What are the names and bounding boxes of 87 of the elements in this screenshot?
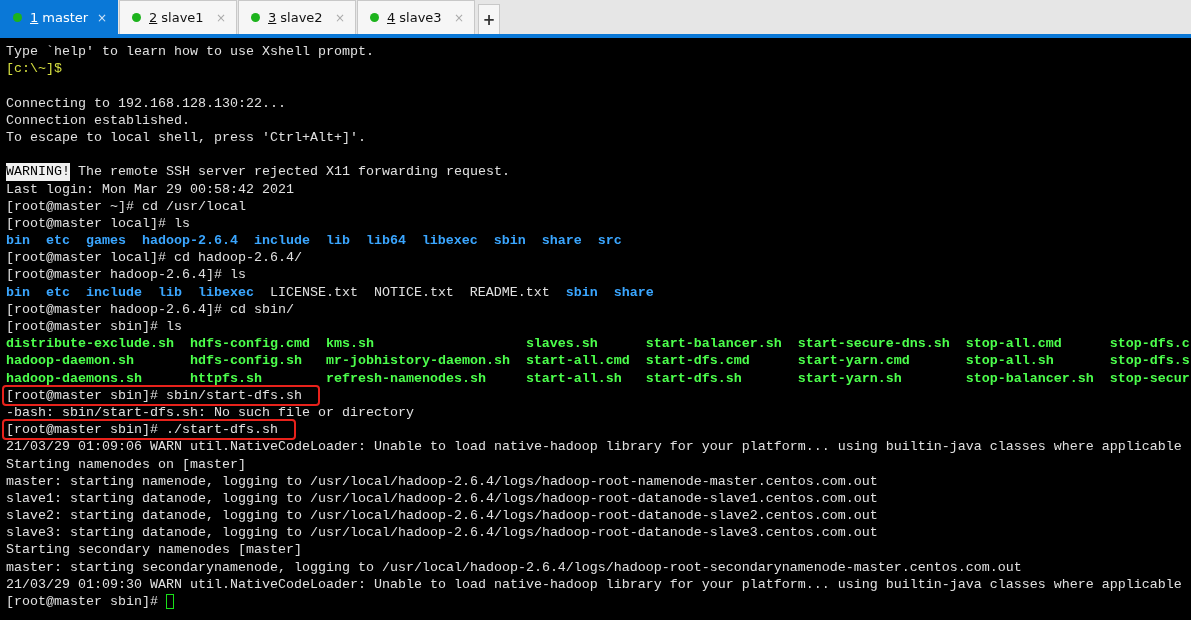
terminal-text: [root@master sbin]#	[6, 593, 158, 611]
file-name: hdfs-config.sh	[189, 352, 303, 370]
directory-name: lib64	[365, 232, 406, 250]
file-name: stop-all.sh	[965, 352, 1055, 370]
file-name: stop-balancer.sh	[965, 369, 1094, 387]
file-name: start-dfs.sh	[645, 369, 743, 387]
directory-name: games	[85, 232, 126, 250]
tab-label: 3 slave2	[268, 10, 324, 25]
status-dot-icon	[13, 13, 22, 22]
file-name: stop-dfs.c	[1109, 335, 1190, 353]
tab-label: 2 slave1	[149, 10, 205, 25]
file-name: start-balancer.sh	[645, 335, 782, 353]
file-name: slaves.sh	[525, 335, 599, 353]
terminal-text: Starting secondary namenodes [master]	[6, 541, 302, 559]
file-name: start-all.cmd	[525, 352, 630, 370]
local-prompt: [c:\~]$	[6, 60, 62, 78]
directory-name: lib	[157, 283, 182, 301]
terminal-text: [root@master sbin]# sbin/start-dfs.sh	[6, 387, 302, 403]
file-name: refresh-namenodes.sh	[325, 369, 487, 387]
file-name: start-secure-dns.sh	[797, 335, 950, 353]
warning-label: WARNING!	[6, 163, 70, 181]
file-name: mr-jobhistory-daemon.sh	[325, 352, 510, 370]
terminal-text: Last login: Mon Mar 29 00:58:42 2021	[6, 180, 294, 198]
file-name: start-yarn.cmd	[797, 352, 911, 370]
new-tab-button[interactable]: +	[478, 4, 500, 34]
file-name: distribute-exclude.sh	[6, 335, 174, 353]
terminal-text: slave3: starting datanode, logging to /usr/local/hadoop-2.6.4/logs/hadoop-root-datanode-slave3.centos.com.out	[6, 524, 878, 542]
directory-name: bin	[6, 283, 30, 301]
session-tab[interactable]: 2 slave1 ×	[119, 0, 237, 34]
terminal-text: slave1: starting datanode, logging to /usr/local/hadoop-2.6.4/logs/hadoop-root-datanode-slave1.centos.com.out	[6, 489, 878, 508]
terminal-text: [root@master local]# cd hadoop-2.6.4/	[6, 249, 302, 267]
terminal-text: Connection established.	[6, 111, 190, 129]
directory-name: sbin	[565, 283, 598, 301]
directory-name: bin	[6, 232, 30, 250]
terminal-text: slave2: starting datanode, logging to /usr/local/hadoop-2.6.4/logs/hadoop-root-datanode-slave2.centos.com.out	[6, 507, 878, 525]
close-icon[interactable]: ×	[96, 10, 107, 25]
directory-name: libexec	[421, 232, 478, 250]
tab-label: 4 slave3	[387, 10, 443, 25]
session-tab[interactable]: 4 slave3 ×	[357, 0, 475, 34]
file-name: LICENSE.txt	[269, 283, 358, 301]
file-name: stop-dfs.s	[1109, 352, 1190, 370]
terminal-text: 21/03/29 01:09:30 WARN util.NativeCodeLoader: Unable to load native-hadoop library for your platform... using builtin-java classes where applicable	[6, 575, 1182, 593]
terminal-text: 21/03/29 01:09:06 WARN util.NativeCodeLoader: Unable to load native-hadoop library for your platform... using builtin-java classes where applicable	[6, 438, 1182, 456]
terminal-text: [root@master sbin]# ls	[6, 318, 182, 336]
terminal-text: master: starting namenode, logging to /usr/local/hadoop-2.6.4/logs/hadoop-root-namenode-master.centos.com.out	[6, 472, 878, 490]
file-name: hdfs-config.cmd	[189, 335, 310, 353]
text-cursor	[165, 594, 174, 609]
file-name: start-dfs.cmd	[645, 352, 751, 370]
terminal-text: Starting namenodes on [master]	[6, 455, 246, 473]
directory-name: sbin	[493, 232, 526, 250]
directory-name: hadoop-2.6.4	[141, 232, 238, 250]
tab-label: 1 master	[30, 10, 89, 25]
terminal-text: [root@master hadoop-2.6.4]# ls	[6, 266, 246, 284]
directory-name: etc	[46, 283, 70, 301]
terminal-text: [root@master hadoop-2.6.4]# cd sbin/	[6, 300, 294, 318]
file-name: NOTICE.txt	[373, 283, 454, 301]
terminal-text: -bash: sbin/start-dfs.sh: No such file or directory	[6, 403, 414, 422]
terminal-text: Connecting to 192.168.128.130:22...	[6, 94, 286, 112]
file-name: start-all.sh	[525, 369, 623, 387]
file-name: stop-secur	[1109, 369, 1190, 387]
file-name: hadoop-daemons.sh	[6, 369, 143, 387]
terminal-text: [root@master ~]# cd /usr/local	[6, 197, 246, 215]
directory-name: etc	[46, 232, 70, 250]
session-tab[interactable]: 1 master ×	[0, 0, 118, 34]
directory-name: include	[253, 232, 310, 250]
directory-name: lib	[325, 232, 350, 250]
file-name: kms.sh	[325, 335, 375, 353]
directory-name: share	[613, 283, 654, 301]
file-name: hadoop-daemon.sh	[6, 352, 135, 370]
directory-name: share	[541, 232, 582, 250]
terminal-text: Type `help' to learn how to use Xshell prompt.	[6, 43, 374, 61]
status-dot-icon	[251, 13, 260, 22]
directory-name: src	[597, 232, 622, 250]
directory-name: include	[85, 283, 142, 301]
terminal-text: master: starting secondarynamenode, logging to /usr/local/hadoop-2.6.4/logs/hadoop-root-secondarynamenode-master.centos.com.out	[6, 558, 1022, 576]
terminal-text: To escape to local shell, press 'Ctrl+Alt+]'.	[6, 128, 366, 147]
status-dot-icon	[370, 13, 379, 22]
file-name: README.txt	[469, 283, 550, 301]
file-name: start-yarn.sh	[797, 369, 903, 387]
session-tab[interactable]: 3 slave2 ×	[238, 0, 356, 34]
file-name: stop-all.cmd	[965, 335, 1063, 353]
status-dot-icon	[132, 13, 141, 22]
terminal-text: [root@master sbin]# ./start-dfs.sh	[6, 422, 278, 438]
file-name: httpfs.sh	[189, 369, 263, 387]
terminal-text: The remote SSH server rejected X11 forwarding request.	[78, 163, 510, 181]
terminal-text: [root@master local]# ls	[6, 214, 190, 233]
directory-name: libexec	[197, 283, 254, 301]
